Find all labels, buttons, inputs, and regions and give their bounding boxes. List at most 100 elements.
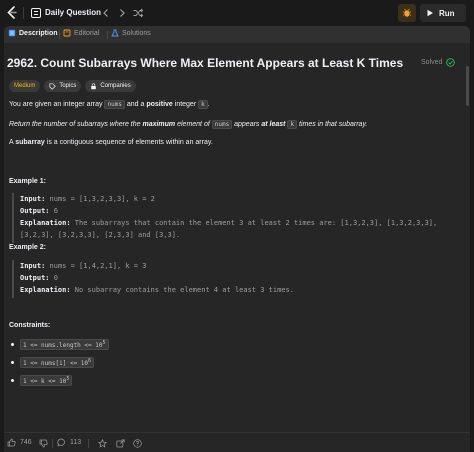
bold-text: maximum <box>142 121 176 128</box>
example-2-heading: Example 2: <box>9 244 46 251</box>
example-1-heading: Example 1: <box>9 178 46 185</box>
leetcode-logo-icon[interactable] <box>6 6 18 19</box>
exponent: 5 <box>102 340 106 346</box>
top-bar: Daily Question Run <box>0 0 474 26</box>
constraint-code: 1 <= nums[i] <= 106 <box>20 357 95 368</box>
constraints-heading: Constraints: <box>9 322 51 329</box>
tab-description-label: Description <box>19 29 58 37</box>
constraint-item: 1 <= nums[i] <= 106 <box>11 357 95 368</box>
explanation-text: The subarrays that contain the element 3… <box>70 219 438 227</box>
star-favorite-icon[interactable] <box>98 439 107 448</box>
text: You are given an integer array <box>9 101 105 108</box>
share-icon[interactable] <box>116 439 125 448</box>
text: and a <box>124 101 147 108</box>
constraint-text: 1 <= nums[i] <= 10 <box>23 360 89 367</box>
tab-editorial[interactable]: Editorial <box>63 29 99 37</box>
divider <box>59 31 60 39</box>
constraint-item: 1 <= k <= 105 <box>11 375 73 386</box>
companies-label: Companies <box>100 83 131 89</box>
thumbs-up-icon <box>7 438 16 447</box>
previous-problem-icon[interactable] <box>100 7 112 19</box>
text: times in that subarray. <box>297 121 368 128</box>
like-button[interactable]: 746 <box>7 438 32 447</box>
tag-row: Medium Topics Companies <box>9 80 136 92</box>
scroll-thumb[interactable] <box>466 66 469 106</box>
constraint-code: 1 <= nums.length <= 105 <box>20 339 109 350</box>
exponent: 6 <box>88 358 92 364</box>
text: element of <box>175 121 212 128</box>
explanation-label: Explanation: <box>20 219 71 227</box>
run-button[interactable]: Run <box>420 4 466 22</box>
debug-button[interactable] <box>398 4 416 22</box>
input-value: nums = [1,3,2,3,3], k = 2 <box>45 195 155 203</box>
help-icon[interactable] <box>133 439 142 448</box>
description-panel: Description Editorial Solutions 2962. Co… <box>4 26 470 452</box>
solutions-flask-icon <box>111 29 119 37</box>
run-controls: Run <box>398 4 468 22</box>
constraint-text: 1 <= k <= 10 <box>23 378 67 385</box>
input-value: nums = [1,4,2,1], k = 3 <box>45 262 147 270</box>
difficulty-badge[interactable]: Medium <box>9 80 41 92</box>
bottom-action-bar: 746 113 <box>4 432 470 452</box>
editorial-icon <box>63 29 71 37</box>
solved-status: Solved <box>421 58 456 67</box>
description-icon <box>8 29 16 37</box>
comment-icon <box>57 438 65 447</box>
bullet <box>11 379 14 382</box>
inline-code: nums <box>211 120 233 129</box>
text: is a contiguous sequence of elements wit… <box>44 139 213 146</box>
solved-check-icon <box>446 58 456 67</box>
output-value: 0 <box>49 274 58 282</box>
tab-description[interactable]: Description <box>8 29 58 37</box>
constraint-code: 1 <= k <= 105 <box>20 375 73 386</box>
bold-text: at least <box>261 121 286 128</box>
description-paragraph-2: Return the number of subarrays where the… <box>9 120 368 129</box>
problem-title[interactable]: 2962. Count Subarrays Where Max Element … <box>7 56 403 70</box>
tab-solutions[interactable]: Solutions <box>111 29 151 37</box>
bug-icon <box>403 8 411 17</box>
solved-label: Solved <box>421 59 443 66</box>
problem-list-icon[interactable] <box>31 8 41 18</box>
exponent: 5 <box>66 376 70 382</box>
next-problem-icon[interactable] <box>116 7 128 19</box>
example-1-block: Input: nums = [1,3,2,3,3], k = 2 Output:… <box>12 193 437 243</box>
constraint-text: 1 <= nums.length <= 10 <box>23 342 103 349</box>
topics-tag[interactable]: Topics <box>44 80 82 92</box>
bold-text: positive <box>146 101 173 108</box>
output-value: 6 <box>49 207 58 215</box>
thumbs-down-icon[interactable] <box>39 439 48 448</box>
topics-label: Topics <box>59 83 77 89</box>
constraint-item: 1 <= nums.length <= 105 <box>11 339 109 350</box>
tag-icon <box>49 82 57 90</box>
text: Return the number of subarrays where the <box>9 121 143 128</box>
text: . <box>207 101 210 108</box>
input-label: Input: <box>20 262 46 270</box>
like-count: 746 <box>20 439 32 446</box>
text: integer <box>172 101 199 108</box>
bullet <box>11 343 14 346</box>
run-label: Run <box>439 8 455 18</box>
divider <box>52 439 53 448</box>
inline-code: k <box>198 100 208 109</box>
explanation-text: No subarray contains the element 4 at le… <box>70 286 294 294</box>
example-2-block: Input: nums = [1,4,2,1], k = 3 Output: 0… <box>12 260 294 298</box>
divider <box>107 31 108 39</box>
companies-tag[interactable]: Companies <box>85 80 136 92</box>
explanation-label: Explanation: <box>20 286 71 294</box>
tab-solutions-label: Solutions <box>122 29 151 37</box>
scrollbar[interactable] <box>466 66 470 452</box>
inline-code: k <box>287 120 298 129</box>
input-label: Input: <box>20 195 46 203</box>
bullet <box>11 361 14 364</box>
text: appears <box>232 121 262 128</box>
description-paragraph-3: A subarray is a contiguous sequence of e… <box>9 139 213 146</box>
play-icon <box>427 9 433 17</box>
divider <box>88 439 89 448</box>
daily-question-label[interactable]: Daily Question <box>45 8 101 17</box>
comments-button[interactable]: 113 <box>57 438 81 447</box>
tab-editorial-label: Editorial <box>74 29 100 37</box>
output-label: Output: <box>20 274 50 282</box>
divider <box>23 7 24 19</box>
panel-tabs: Description Editorial Solutions <box>4 26 470 43</box>
shuffle-icon[interactable] <box>132 7 144 19</box>
